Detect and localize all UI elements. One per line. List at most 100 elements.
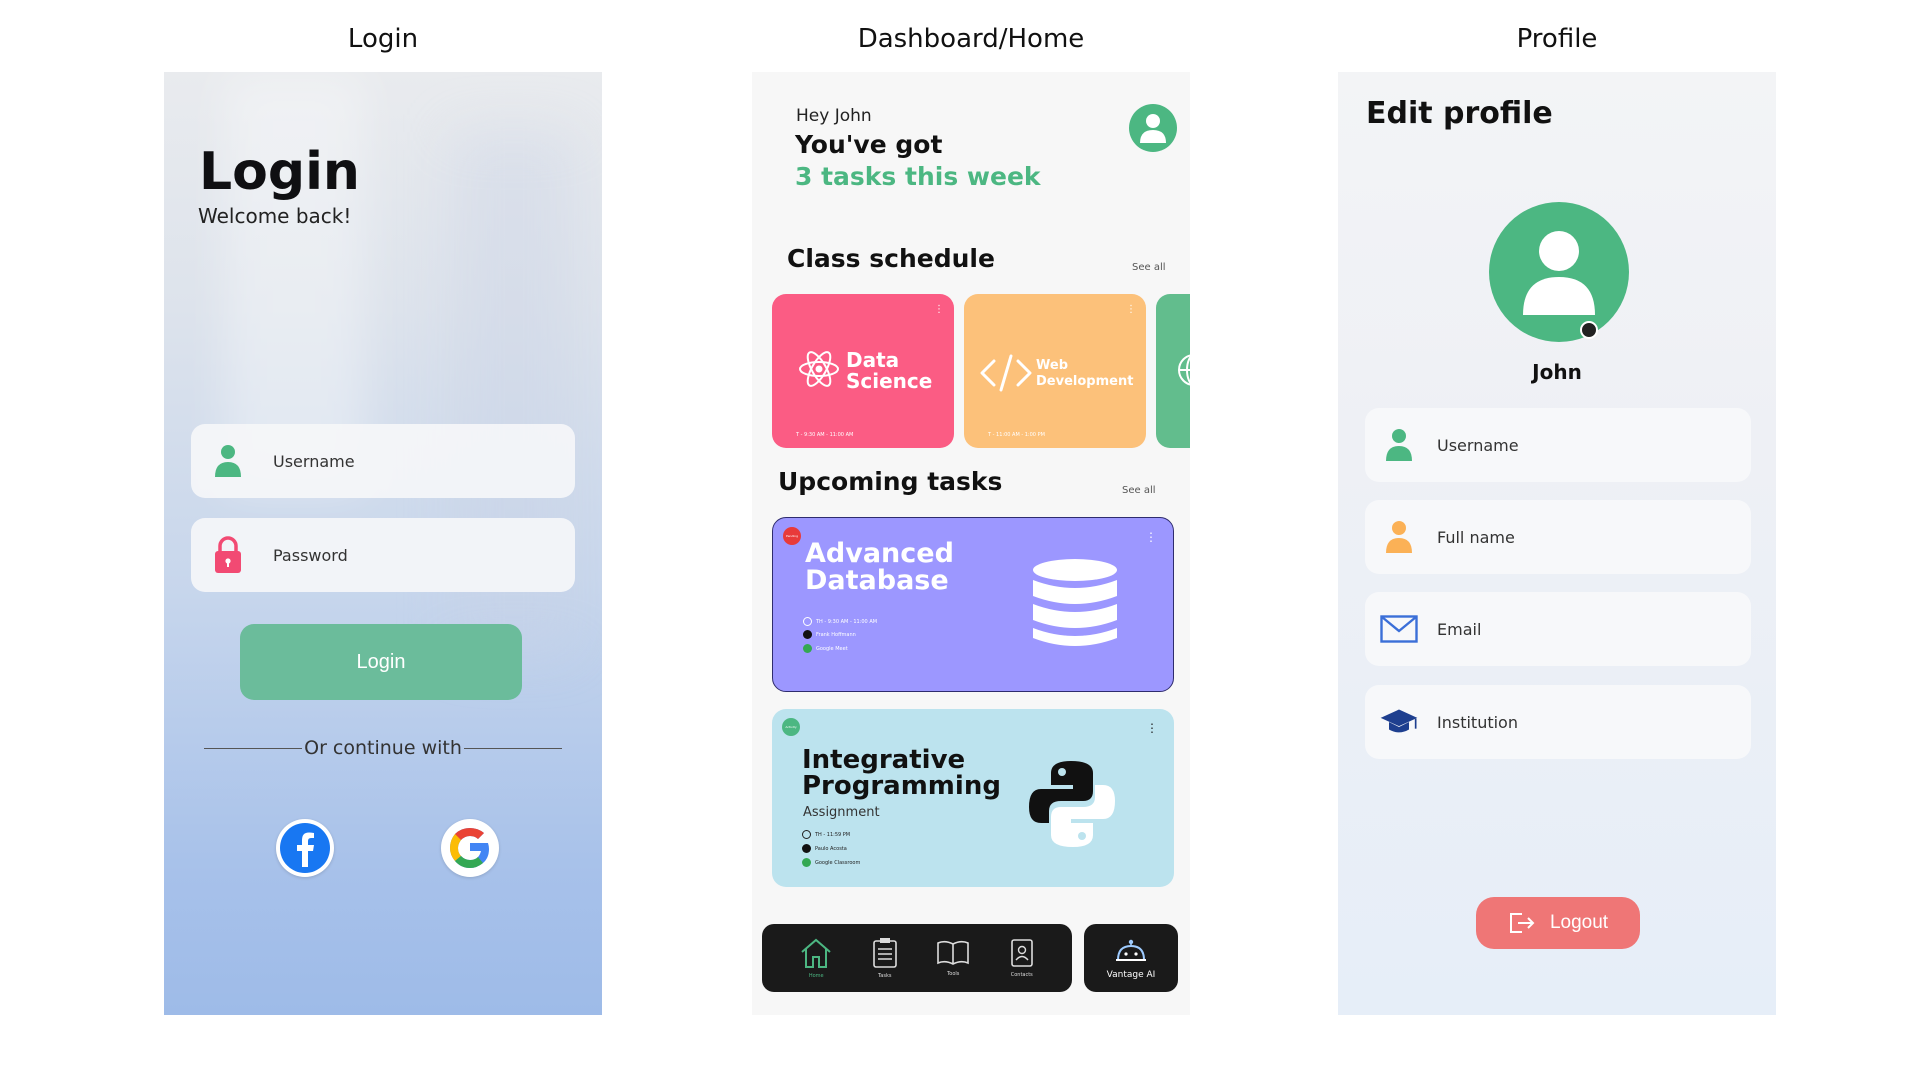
nav-tasks[interactable]: Tasks <box>872 937 898 979</box>
upcoming-tasks-see-all[interactable]: See all <box>1122 485 1156 496</box>
task-platform-text: Google Classroom <box>815 859 861 866</box>
profile-avatar[interactable] <box>1129 104 1177 152</box>
task-card[interactable]: Activity ⋮ Integrative Programming Assig… <box>772 709 1174 887</box>
class-card[interactable]: ⋮ Data Science T - 9:30 AM - 11:00 AM <box>772 294 954 448</box>
profile-avatar[interactable] <box>1489 202 1629 342</box>
login-title: Login <box>199 142 360 202</box>
class-time: T - 11:00 AM - 1:00 PM <box>988 432 1045 438</box>
nav-home[interactable]: Home <box>799 937 833 979</box>
task-person-text: Frank Hoffmann <box>816 631 856 638</box>
login-screen: Login Welcome back! Username Password Lo… <box>164 72 602 1015</box>
upcoming-tasks-title: Upcoming tasks <box>778 467 1003 496</box>
class-name: Data Science <box>846 348 933 393</box>
password-placeholder: Password <box>273 545 348 565</box>
more-icon[interactable]: ⋮ <box>1146 721 1158 735</box>
caption-dashboard: Dashboard/Home <box>857 24 1085 54</box>
meet-icon <box>803 644 812 653</box>
field-label: Email <box>1437 619 1482 639</box>
login-button[interactable]: Login <box>240 624 522 700</box>
globe-icon <box>1178 354 1190 386</box>
task-title-line: Database <box>805 565 949 596</box>
username-field[interactable]: Username <box>1365 408 1751 482</box>
database-icon <box>1033 559 1117 646</box>
graduation-cap-icon <box>1379 703 1419 741</box>
institution-field[interactable]: Institution <box>1365 685 1751 759</box>
facebook-button[interactable] <box>276 819 334 877</box>
profile-screen: Edit profile John Username Full name Ema… <box>1338 72 1776 1015</box>
nav-tools[interactable]: Tools <box>936 939 970 977</box>
lock-icon <box>213 536 243 573</box>
python-icon <box>1029 761 1115 847</box>
divider-label: Or continue with <box>304 737 462 759</box>
more-icon[interactable]: ⋮ <box>1126 304 1136 315</box>
vantage-ai-button[interactable]: Vantage AI <box>1084 924 1178 992</box>
task-person: Frank Hoffmann <box>803 630 856 639</box>
edit-avatar-icon[interactable] <box>1580 321 1598 339</box>
continue-divider: Or continue with <box>204 736 562 760</box>
field-label: Institution <box>1437 712 1518 732</box>
clock-icon <box>802 830 811 839</box>
username-placeholder: Username <box>273 451 355 471</box>
atom-icon <box>799 351 839 387</box>
person-icon <box>1379 519 1419 555</box>
task-person-text: Paulo Acosta <box>815 845 847 852</box>
user-icon <box>1523 231 1595 315</box>
task-platform-text: Google Meet <box>816 645 848 652</box>
contacts-icon <box>1010 939 1033 967</box>
status-badge: Activity <box>782 718 800 736</box>
class-schedule-see-all[interactable]: See all <box>1132 262 1166 273</box>
task-title: Advanced Database <box>805 540 954 594</box>
classroom-icon <box>802 858 811 867</box>
task-card[interactable]: Pending ⋮ Advanced Database TH - 9:30 AM… <box>772 517 1174 692</box>
nav-label: Contacts <box>1010 972 1033 978</box>
class-card[interactable]: ⋮ Web Development T - 11:00 AM - 1:00 PM <box>964 294 1146 448</box>
task-time-text: TH - 11:59 PM <box>815 831 851 838</box>
field-label: Username <box>1437 435 1519 455</box>
caption-login: Login <box>347 24 419 54</box>
profile-name: John <box>1532 360 1582 384</box>
email-field[interactable]: Email <box>1365 592 1751 666</box>
class-card[interactable] <box>1156 294 1190 448</box>
user-icon <box>1140 114 1166 143</box>
task-title: Integrative Programming <box>802 747 1001 799</box>
more-icon[interactable]: ⋮ <box>934 304 944 315</box>
user-icon <box>1379 427 1419 463</box>
username-field[interactable]: Username <box>191 424 575 498</box>
more-icon[interactable]: ⋮ <box>1145 530 1157 544</box>
clipboard-icon <box>872 938 897 968</box>
task-time: TH - 11:59 PM <box>802 830 850 839</box>
login-subtitle: Welcome back! <box>198 204 352 228</box>
nav-label: Home <box>808 973 824 979</box>
field-label: Full name <box>1437 527 1515 547</box>
logout-button[interactable]: Logout <box>1476 897 1640 949</box>
bot-icon <box>1116 939 1146 961</box>
book-icon <box>937 940 970 965</box>
password-field[interactable]: Password <box>191 518 575 592</box>
fullname-field[interactable]: Full name <box>1365 500 1751 574</box>
clock-icon <box>803 617 812 626</box>
task-platform: Google Classroom <box>802 858 860 867</box>
nav-contacts[interactable]: Contacts <box>1009 938 1035 978</box>
nav-label: Tasks <box>878 973 892 979</box>
google-icon <box>450 828 489 868</box>
task-platform: Google Meet <box>803 644 848 653</box>
mail-icon <box>1379 615 1419 643</box>
class-time: T - 9:30 AM - 11:00 AM <box>796 432 854 438</box>
greeting: Hey John <box>796 106 872 126</box>
task-title-line: Advanced <box>805 538 954 569</box>
logout-label: Logout <box>1549 912 1609 933</box>
headline: You've got <box>795 130 943 159</box>
vantage-ai-label: Vantage AI <box>1106 970 1156 980</box>
task-time-text: TH - 9:30 AM - 11:00 AM <box>816 618 878 625</box>
person-icon <box>803 630 812 639</box>
class-name: Web Development <box>1036 358 1134 389</box>
page-title: Edit profile <box>1366 96 1553 131</box>
nav-label: Tools <box>947 971 960 977</box>
home-icon <box>801 938 831 968</box>
bottom-nav: Home Tasks Tools Contacts <box>762 924 1072 992</box>
task-person: Paulo Acosta <box>802 844 847 853</box>
class-schedule-title: Class schedule <box>787 244 995 273</box>
google-button[interactable] <box>441 819 499 877</box>
task-time: TH - 9:30 AM - 11:00 AM <box>803 617 877 626</box>
person-icon <box>802 844 811 853</box>
